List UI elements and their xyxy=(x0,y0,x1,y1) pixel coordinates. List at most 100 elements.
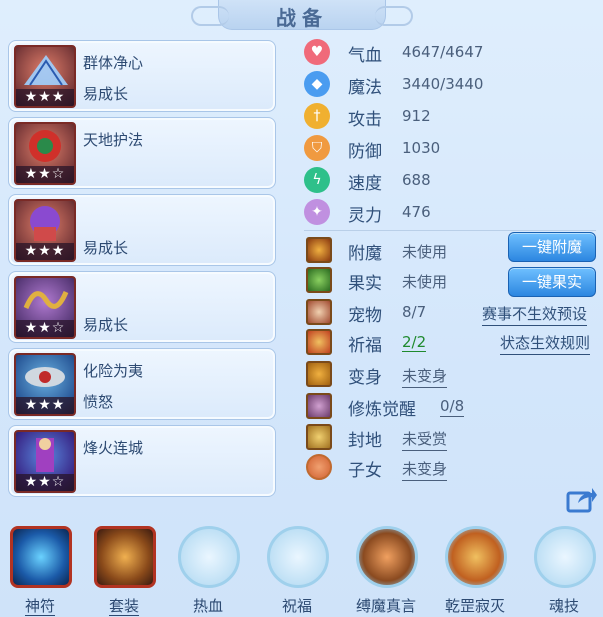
star-rating: ★★★ xyxy=(16,397,74,414)
attr-hp: ♥ 气血 4647/4647 xyxy=(304,38,504,66)
attr-label: 防御 xyxy=(348,142,382,162)
star-rating: ★★☆ xyxy=(16,474,74,491)
tab-soul-skill[interactable]: 魂技 xyxy=(528,522,600,617)
status-value[interactable]: 未受赏 xyxy=(402,428,448,451)
attr-label: 攻击 xyxy=(348,110,382,130)
tab-equipment-set[interactable]: 套装 xyxy=(88,522,160,617)
slot-trait: 愤怒 xyxy=(83,393,114,411)
slot-trait: 易成长 xyxy=(83,316,129,334)
status-label: 宠物 xyxy=(348,306,382,326)
tab-blessing[interactable]: 祝福 xyxy=(261,522,333,617)
title-plate: 战备 xyxy=(191,0,413,30)
skill-slot-6[interactable]: ★★☆ 烽火连城 xyxy=(8,425,276,497)
tab-label: 热血 xyxy=(192,597,223,615)
status-transform: 变身 未变身 xyxy=(304,360,603,388)
skill-icon: ★★☆ xyxy=(14,122,76,185)
talisman-icon xyxy=(10,526,72,588)
status-label: 果实 xyxy=(348,274,382,294)
attr-label: 速度 xyxy=(348,174,382,194)
share-icon[interactable] xyxy=(566,485,598,513)
tab-label: 乾罡寂灭 xyxy=(444,597,505,615)
attr-spirit: ✦ 灵力 476 xyxy=(304,198,504,226)
slot-skill-name: 群体净心 xyxy=(83,54,144,72)
skill-slot-4[interactable]: ★★☆ 易成长 xyxy=(8,271,276,343)
tab-qiangang[interactable]: 乾罡寂灭 xyxy=(439,522,511,617)
attr-mp: ◆ 魔法 3440/3440 xyxy=(304,70,504,98)
skill-slot-2[interactable]: ★★☆ 天地护法 xyxy=(8,117,276,189)
attr-speed: ϟ 速度 688 xyxy=(304,166,504,194)
star-rating: ★★☆ xyxy=(16,166,74,183)
attr-value: 3440/3440 xyxy=(402,75,484,93)
attr-defense: ⛉ 防御 1030 xyxy=(304,134,504,162)
star-rating: ★★★ xyxy=(16,89,74,106)
equipment-set-icon xyxy=(94,526,156,588)
status-label: 祈福 xyxy=(348,336,382,356)
slot-trait: 易成长 xyxy=(83,239,129,257)
hot-blood-icon xyxy=(178,526,240,588)
status-value: 未使用 xyxy=(402,243,448,261)
lightning-icon: ϟ xyxy=(304,167,330,193)
pet-icon xyxy=(306,299,332,325)
skill-icon: ★★☆ xyxy=(14,430,76,493)
status-label: 子女 xyxy=(348,461,382,481)
attr-attack: † 攻击 912 xyxy=(304,102,504,130)
attr-value: 476 xyxy=(402,203,431,221)
attr-value: 912 xyxy=(402,107,431,125)
skill-slot-1[interactable]: ★★★ 群体净心 易成长 xyxy=(8,40,276,112)
enchant-icon xyxy=(306,237,332,263)
status-label: 变身 xyxy=(348,368,382,388)
fief-icon xyxy=(306,424,332,450)
slot-skill-name: 天地护法 xyxy=(83,131,144,149)
skill-slot-3[interactable]: ★★★ 易成长 xyxy=(8,194,276,266)
status-fief: 封地 未受赏 xyxy=(304,423,603,451)
mana-icon: ◆ xyxy=(304,71,330,97)
heart-icon: ♥ xyxy=(304,39,330,65)
status-value: 8/7 xyxy=(402,303,427,321)
shield-icon: ⛉ xyxy=(304,135,330,161)
tab-label: 缚魔真言 xyxy=(355,597,416,615)
tab-label: 套装 xyxy=(108,597,139,616)
one-click-enchant-button[interactable]: 一键附魔 xyxy=(508,232,596,262)
tab-hot-blood[interactable]: 热血 xyxy=(172,522,244,617)
sword-icon: † xyxy=(304,103,330,129)
attr-value: 688 xyxy=(402,171,431,189)
divider xyxy=(304,230,596,231)
attr-label: 灵力 xyxy=(348,206,382,226)
soul-skill-icon xyxy=(534,526,596,588)
children-icon xyxy=(306,454,332,480)
status-value[interactable]: 未变身 xyxy=(402,458,448,481)
status-label: 封地 xyxy=(348,431,382,451)
transform-icon xyxy=(306,361,332,387)
slot-trait: 易成长 xyxy=(83,85,129,103)
attr-label: 气血 xyxy=(348,46,382,66)
page-title: 战备 xyxy=(276,6,328,30)
qiangang-icon xyxy=(445,526,507,588)
one-click-fruit-button[interactable]: 一键果实 xyxy=(508,267,596,297)
tab-talisman[interactable]: 神符 xyxy=(4,522,76,617)
status-value[interactable]: 2/2 xyxy=(402,333,427,352)
status-label: 附魔 xyxy=(348,244,382,264)
skill-icon: ★★★ xyxy=(14,45,76,108)
status-value[interactable]: 0/8 xyxy=(440,397,465,417)
status-children: 子女 未变身 xyxy=(304,453,603,481)
blessing-tab-icon xyxy=(267,526,329,588)
status-value: 未使用 xyxy=(402,273,448,291)
tab-label: 魂技 xyxy=(548,597,579,615)
slot-skill-name: 烽火连城 xyxy=(83,439,144,457)
attr-label: 魔法 xyxy=(348,78,382,98)
skill-icon: ★★☆ xyxy=(14,276,76,339)
tab-demon-binding[interactable]: 缚魔真言 xyxy=(350,522,422,617)
attr-value: 1030 xyxy=(402,139,441,157)
skill-icon: ★★★ xyxy=(14,353,76,416)
star-rating: ★★★ xyxy=(16,243,74,260)
event-preset-link[interactable]: 赛事不生效预设 xyxy=(482,303,588,326)
skill-icon: ★★★ xyxy=(14,199,76,262)
status-value[interactable]: 未变身 xyxy=(402,365,448,388)
skill-slot-5[interactable]: ★★★ 化险为夷 愤怒 xyxy=(8,348,276,420)
tab-label: 神符 xyxy=(24,597,55,616)
attr-value: 4647/4647 xyxy=(402,43,484,61)
tab-label: 祝福 xyxy=(281,597,312,615)
status-rules-link[interactable]: 状态生效规则 xyxy=(500,332,591,355)
fruit-icon xyxy=(306,267,332,293)
spirit-icon: ✦ xyxy=(304,199,330,225)
